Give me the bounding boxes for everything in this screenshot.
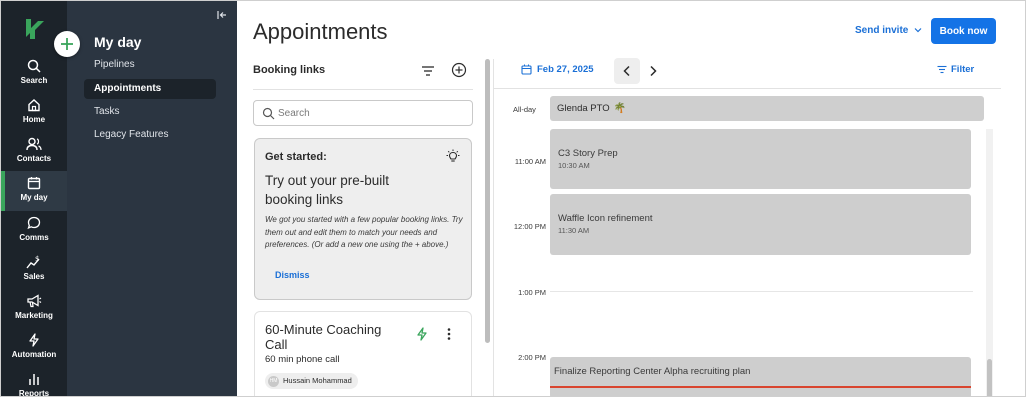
rail-item-contacts[interactable]: Contacts — [1, 137, 67, 175]
filter-label: Filter — [951, 64, 975, 75]
dismiss-button[interactable]: Dismiss — [275, 270, 310, 280]
rail-item-search[interactable]: Search — [1, 59, 67, 97]
subnav-item-appointments[interactable]: Appointments — [84, 79, 216, 99]
calendar-event[interactable]: C3 Story Prep 10:30 AM — [550, 129, 971, 189]
bolt-icon — [29, 333, 39, 347]
get-started-card: Get started: Try out your pre-built book… — [254, 138, 472, 300]
avatar: HM — [268, 375, 279, 387]
search-input[interactable] — [278, 105, 458, 121]
calendar-event[interactable]: Finalize Reporting Center Alpha recruiti… — [550, 357, 971, 396]
rail-item-automation[interactable]: Automation — [1, 333, 67, 371]
more-options-icon[interactable] — [444, 327, 454, 341]
event-title: Waffle Icon refinement — [558, 213, 653, 224]
time-label: 2:00 PM — [518, 353, 546, 362]
rail-item-label: Search — [20, 76, 48, 85]
scrollbar-thumb[interactable] — [987, 359, 992, 396]
event-title: C3 Story Prep — [558, 148, 618, 159]
page-title: Appointments — [253, 19, 388, 44]
rail-item-comms[interactable]: Comms — [1, 216, 67, 254]
megaphone-icon — [27, 294, 42, 308]
home-icon — [28, 99, 40, 112]
get-started-label: Get started: — [265, 151, 327, 163]
quick-add-button[interactable] — [54, 31, 80, 57]
event-time: 11:30 AM — [558, 226, 590, 235]
current-date: Feb 27, 2025 — [537, 64, 594, 75]
collapse-sidebar-icon[interactable] — [216, 9, 228, 21]
send-invite-button[interactable]: Send invite — [855, 25, 922, 36]
divider — [494, 88, 1001, 89]
send-invite-label: Send invite — [855, 25, 909, 36]
book-now-button[interactable]: Book now — [931, 18, 996, 44]
filter-icon — [937, 65, 947, 74]
calendar-scrollbar[interactable] — [986, 129, 993, 396]
chevron-down-icon — [914, 28, 922, 33]
filter-button[interactable]: Filter — [937, 64, 974, 75]
search-icon — [27, 59, 41, 73]
owner-name: Hussain Mohammad — [283, 376, 352, 385]
divider — [493, 59, 494, 396]
rail-item-home[interactable]: Home — [1, 98, 67, 136]
calendar-event[interactable]: Waffle Icon refinement 11:30 AM — [550, 194, 971, 255]
rail-item-my-day[interactable]: My day — [1, 171, 67, 211]
icon-rail: Search Home Contacts My day Comms $ Sale… — [1, 1, 67, 397]
time-label: 1:00 PM — [518, 288, 546, 297]
booking-link-title: 60-Minute Coaching Call — [265, 322, 382, 352]
keap-logo[interactable] — [23, 17, 45, 41]
time-label: 11:00 AM — [514, 157, 546, 166]
owner-chip: HM Hussain Mohammad — [265, 373, 358, 389]
palm-tree-icon: 🌴 — [613, 103, 627, 114]
booking-link-subtitle: 60 min phone call — [265, 354, 340, 365]
secondary-nav: My day Pipelines Appointments Tasks Lega… — [67, 1, 237, 396]
current-time-indicator — [550, 386, 971, 388]
all-day-event[interactable]: Glenda PTO 🌴 — [550, 96, 984, 121]
chevron-right-icon — [650, 65, 657, 77]
divider — [253, 89, 473, 90]
date-picker[interactable]: Feb 27, 2025 — [521, 64, 594, 75]
subnav-item-legacy-features[interactable]: Legacy Features — [84, 125, 216, 145]
calendar-icon — [521, 64, 532, 75]
app-window: Search Home Contacts My day Comms $ Sale… — [0, 0, 1026, 397]
rail-item-sales[interactable]: $ Sales — [1, 255, 67, 293]
lightbulb-icon — [446, 149, 460, 162]
svg-text:$: $ — [35, 255, 39, 263]
time-label: 12:00 PM — [513, 222, 546, 231]
previous-day-button[interactable] — [614, 58, 640, 84]
rail-item-label: Contacts — [16, 154, 52, 163]
event-title: Finalize Reporting Center Alpha recruiti… — [554, 366, 751, 377]
rail-item-marketing[interactable]: Marketing — [1, 294, 67, 332]
booking-scrollbar[interactable] — [485, 59, 490, 343]
get-started-body: We got you started with a few popular bo… — [265, 215, 463, 249]
bolt-icon — [417, 327, 427, 341]
rail-item-label: Home — [22, 115, 46, 124]
rail-item-label: Reports — [18, 389, 50, 397]
contacts-icon — [26, 137, 42, 151]
booking-search[interactable] — [253, 100, 473, 126]
booking-links-title: Booking links — [253, 64, 326, 76]
filter-icon[interactable] — [421, 65, 435, 77]
chevron-left-icon — [623, 65, 630, 77]
next-day-button[interactable] — [642, 58, 664, 84]
rail-item-label: Automation — [11, 350, 57, 359]
plus-icon — [61, 38, 73, 50]
rail-item-label: Sales — [23, 272, 45, 281]
sales-icon: $ — [26, 255, 40, 269]
get-started-heading: Try out your pre-built booking links — [265, 173, 390, 207]
rail-item-reports[interactable]: Reports — [1, 372, 67, 397]
rail-item-label: My day — [20, 193, 48, 202]
add-booking-link-icon[interactable] — [451, 62, 467, 78]
rail-item-label: Comms — [19, 233, 49, 242]
search-icon — [262, 107, 275, 120]
rail-item-label: Marketing — [15, 311, 53, 320]
all-day-label: All-day — [513, 105, 536, 114]
hour-gridline — [550, 291, 973, 292]
subnav-item-pipelines[interactable]: Pipelines — [84, 55, 216, 75]
subnav-title: My day — [94, 34, 142, 50]
bar-chart-icon — [29, 374, 39, 385]
all-day-event-title: Glenda PTO — [557, 103, 610, 114]
chat-icon — [27, 216, 41, 230]
booking-link-card[interactable]: 60-Minute Coaching Call 60 min phone cal… — [254, 311, 472, 396]
subnav-item-tasks[interactable]: Tasks — [84, 102, 216, 122]
event-time: 10:30 AM — [558, 161, 590, 170]
calendar-icon — [27, 177, 41, 190]
